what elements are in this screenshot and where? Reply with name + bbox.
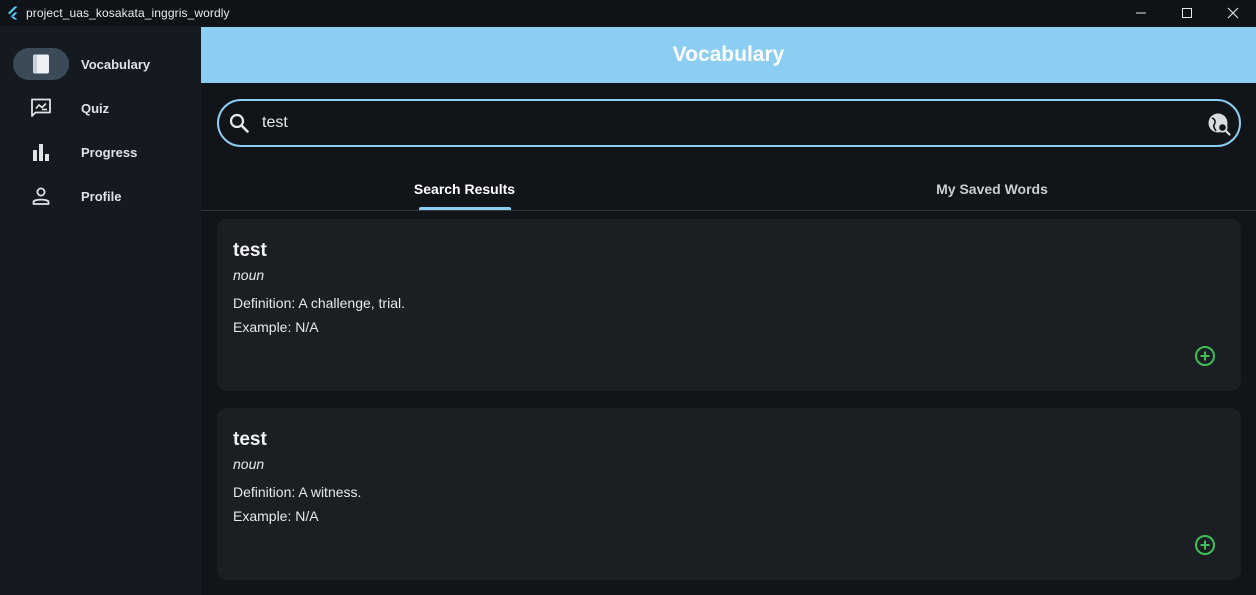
quiz-icon — [31, 98, 51, 117]
app-bar: Vocabulary — [201, 27, 1256, 83]
minimize-button[interactable] — [1118, 0, 1164, 26]
nav-item-progress[interactable]: Progress — [13, 136, 189, 168]
nav-item-profile[interactable]: Profile — [13, 180, 189, 212]
minimize-icon — [1136, 12, 1146, 14]
nav-indicator — [13, 48, 69, 80]
nav-item-vocabulary[interactable]: Vocabulary — [13, 48, 189, 80]
add-circle-icon[interactable] — [1193, 533, 1217, 557]
nav-label-profile: Profile — [81, 188, 122, 204]
word-definition: Definition: A challenge, trial. — [233, 295, 405, 311]
add-circle-icon[interactable] — [1193, 344, 1217, 368]
bar-chart-icon — [33, 144, 49, 161]
part-of-speech: noun — [233, 456, 265, 472]
tab-bar: Search Results My Saved Words — [201, 168, 1256, 211]
tab-search-results[interactable]: Search Results — [201, 168, 728, 210]
web-search-icon[interactable] — [1207, 112, 1231, 136]
close-button[interactable] — [1210, 0, 1256, 26]
word-title: test — [233, 240, 267, 261]
window-title-bar: project_uas_kosakata_inggris_wordly — [0, 0, 1256, 26]
nav-item-quiz[interactable]: Quiz — [13, 92, 189, 124]
word-example: Example: N/A — [233, 319, 319, 335]
maximize-icon — [1182, 8, 1192, 18]
book-icon — [33, 54, 49, 74]
word-definition: Definition: A witness. — [233, 484, 362, 500]
search-input[interactable]: test — [262, 114, 288, 132]
word-title: test — [233, 429, 267, 450]
search-field[interactable]: test — [217, 99, 1241, 147]
nav-label-progress: Progress — [81, 144, 138, 160]
maximize-button[interactable] — [1164, 0, 1210, 26]
part-of-speech: noun — [233, 267, 265, 283]
nav-label-quiz: Quiz — [81, 100, 110, 116]
window-title: project_uas_kosakata_inggris_wordly — [26, 6, 230, 20]
person-icon — [32, 187, 50, 205]
word-card: test noun Definition: A witness. Example… — [217, 408, 1241, 580]
close-icon — [1227, 7, 1239, 19]
page-title: Vocabulary — [672, 43, 785, 66]
navigation-rail: Vocabulary Quiz Progress Profile — [0, 26, 201, 595]
nav-label-vocabulary: Vocabulary — [81, 56, 151, 72]
main-content: Vocabulary test Search Results My Saved … — [201, 26, 1256, 595]
flutter-logo-icon — [8, 6, 18, 20]
word-card: test noun Definition: A challenge, trial… — [217, 219, 1241, 391]
search-icon — [229, 113, 249, 133]
word-example: Example: N/A — [233, 508, 319, 524]
tab-my-saved-words[interactable]: My Saved Words — [728, 168, 1256, 210]
tab-indicator — [419, 207, 511, 210]
window-controls — [1118, 0, 1256, 26]
